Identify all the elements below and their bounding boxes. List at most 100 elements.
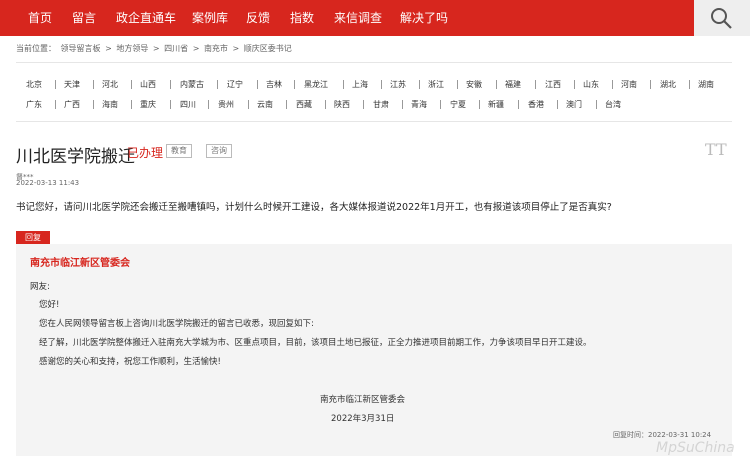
breadcrumb-item[interactable]: 顺庆区委书记: [244, 44, 292, 53]
font-size-toggle-icon[interactable]: TT: [705, 140, 727, 159]
region-link[interactable]: 浙江: [428, 79, 444, 90]
tag-consult[interactable]: 咨询: [206, 144, 232, 158]
region-divider: [402, 100, 403, 109]
nav-feedback[interactable]: 反馈: [246, 0, 270, 36]
region-divider: [343, 80, 344, 89]
region-link[interactable]: 香港: [528, 99, 544, 110]
region-divider: [596, 100, 597, 109]
reply-date: 2022年3月31日: [331, 414, 395, 424]
region-link[interactable]: 上海: [352, 79, 368, 90]
region-link[interactable]: 山西: [140, 79, 156, 90]
status-label: 已办理: [127, 146, 164, 160]
region-divider: [294, 80, 295, 89]
message-content: 书记您好，请问川北医学院还会搬迁至搬嘈镇吗，计划什么时候开工建设，各大媒体报道说…: [16, 202, 612, 213]
nav-survey[interactable]: 来信调查: [334, 0, 382, 36]
breadcrumb-item[interactable]: 领导留言板: [61, 44, 101, 53]
region-link[interactable]: 青海: [411, 99, 427, 110]
region-link[interactable]: 辽宁: [227, 79, 243, 90]
region-divider: [440, 100, 441, 109]
divider: [16, 62, 732, 63]
region-divider: [93, 100, 94, 109]
search-button[interactable]: [694, 0, 750, 36]
reply-line: 您在人民网领导留言板上咨询川北医学院搬迁的留言已收悉，现回复如下:: [39, 319, 314, 329]
region-divider: [131, 80, 132, 89]
region-link[interactable]: 甘肃: [373, 99, 389, 110]
region-link[interactable]: 福建: [505, 79, 521, 90]
breadcrumb-separator: >: [192, 44, 200, 53]
breadcrumb-item[interactable]: 四川省: [164, 44, 188, 53]
region-link[interactable]: 湖北: [660, 79, 676, 90]
breadcrumb-separator: >: [105, 44, 112, 53]
region-link[interactable]: 台湾: [605, 99, 621, 110]
region-divider: [535, 80, 536, 89]
region-divider: [557, 100, 558, 109]
region-link[interactable]: 广西: [64, 99, 80, 110]
region-divider: [419, 80, 420, 89]
region-link[interactable]: 宁夏: [450, 99, 466, 110]
region-link[interactable]: 澳门: [566, 99, 582, 110]
region-divider: [55, 80, 56, 89]
region-link[interactable]: 江苏: [390, 79, 406, 90]
region-divider: [612, 80, 613, 89]
region-link[interactable]: 天津: [64, 79, 80, 90]
reply-greeting: 网友:: [30, 282, 50, 292]
region-divider: [55, 100, 56, 109]
region-link[interactable]: 黑龙江: [304, 79, 328, 90]
region-divider: [496, 80, 497, 89]
region-link[interactable]: 湖南: [698, 79, 714, 90]
region-link[interactable]: 西藏: [296, 99, 312, 110]
replier-name: 南充市临江新区管委会: [30, 258, 130, 269]
region-link[interactable]: 吉林: [266, 79, 282, 90]
region-divider: [286, 100, 287, 109]
region-divider: [457, 80, 458, 89]
region-divider: [257, 80, 258, 89]
nav-gov-enterprise[interactable]: 政企直通车: [116, 0, 176, 36]
breadcrumb-item[interactable]: 南充市: [204, 44, 228, 53]
region-divider: [217, 80, 218, 89]
reply-line: 感谢您的关心和支持，祝您工作顺利，生活愉快!: [39, 357, 221, 367]
reply-signature: 南充市临江新区管委会: [320, 395, 406, 405]
region-link[interactable]: 内蒙古: [180, 79, 204, 90]
region-link[interactable]: 四川: [180, 99, 196, 110]
region-link[interactable]: 北京: [26, 79, 42, 90]
region-link[interactable]: 广东: [26, 99, 42, 110]
region-divider: [248, 100, 249, 109]
search-icon: [711, 8, 732, 29]
reply-badge: 回复: [16, 231, 50, 244]
nav-message[interactable]: 留言: [72, 0, 96, 36]
reply-line: 经了解，川北医学院整体搬迁入驻南充大学城为市、区重点项目，目前，该项目土地已报征…: [39, 338, 592, 348]
nav-resolved[interactable]: 解决了吗: [400, 0, 448, 36]
region-divider: [689, 80, 690, 89]
region-divider: [650, 80, 651, 89]
reply-line: 您好!: [39, 300, 60, 310]
breadcrumb-separator: >: [152, 44, 160, 53]
breadcrumb-item[interactable]: 地方领导: [116, 44, 148, 53]
region-link[interactable]: 河北: [102, 79, 118, 90]
nav-home[interactable]: 首页: [28, 0, 52, 36]
watermark: MpSuChina: [656, 440, 735, 456]
reply-time: 回复时间：2022-03-31 10:24: [613, 431, 712, 439]
post-time: 2022-03-13 11:43: [16, 179, 80, 187]
tag-education[interactable]: 教育: [166, 144, 192, 158]
region-divider: [208, 100, 209, 109]
region-link[interactable]: 山东: [583, 79, 599, 90]
region-link[interactable]: 河南: [621, 79, 637, 90]
region-link[interactable]: 贵州: [218, 99, 234, 110]
region-link[interactable]: 新疆: [488, 99, 504, 110]
region-divider: [381, 80, 382, 89]
region-link[interactable]: 安徽: [466, 79, 482, 90]
region-divider: [93, 80, 94, 89]
nav-index[interactable]: 指数: [290, 0, 314, 36]
region-divider: [479, 100, 480, 109]
region-link[interactable]: 陕西: [334, 99, 350, 110]
region-divider: [363, 100, 364, 109]
nav-case-library[interactable]: 案例库: [192, 0, 228, 36]
region-link[interactable]: 重庆: [140, 99, 156, 110]
message-title: 川北医学院搬迁: [16, 147, 135, 167]
divider: [16, 121, 732, 122]
region-link[interactable]: 江西: [545, 79, 561, 90]
region-divider: [170, 80, 171, 89]
region-link[interactable]: 云南: [257, 99, 273, 110]
region-link[interactable]: 海南: [102, 99, 118, 110]
region-divider: [170, 100, 171, 109]
